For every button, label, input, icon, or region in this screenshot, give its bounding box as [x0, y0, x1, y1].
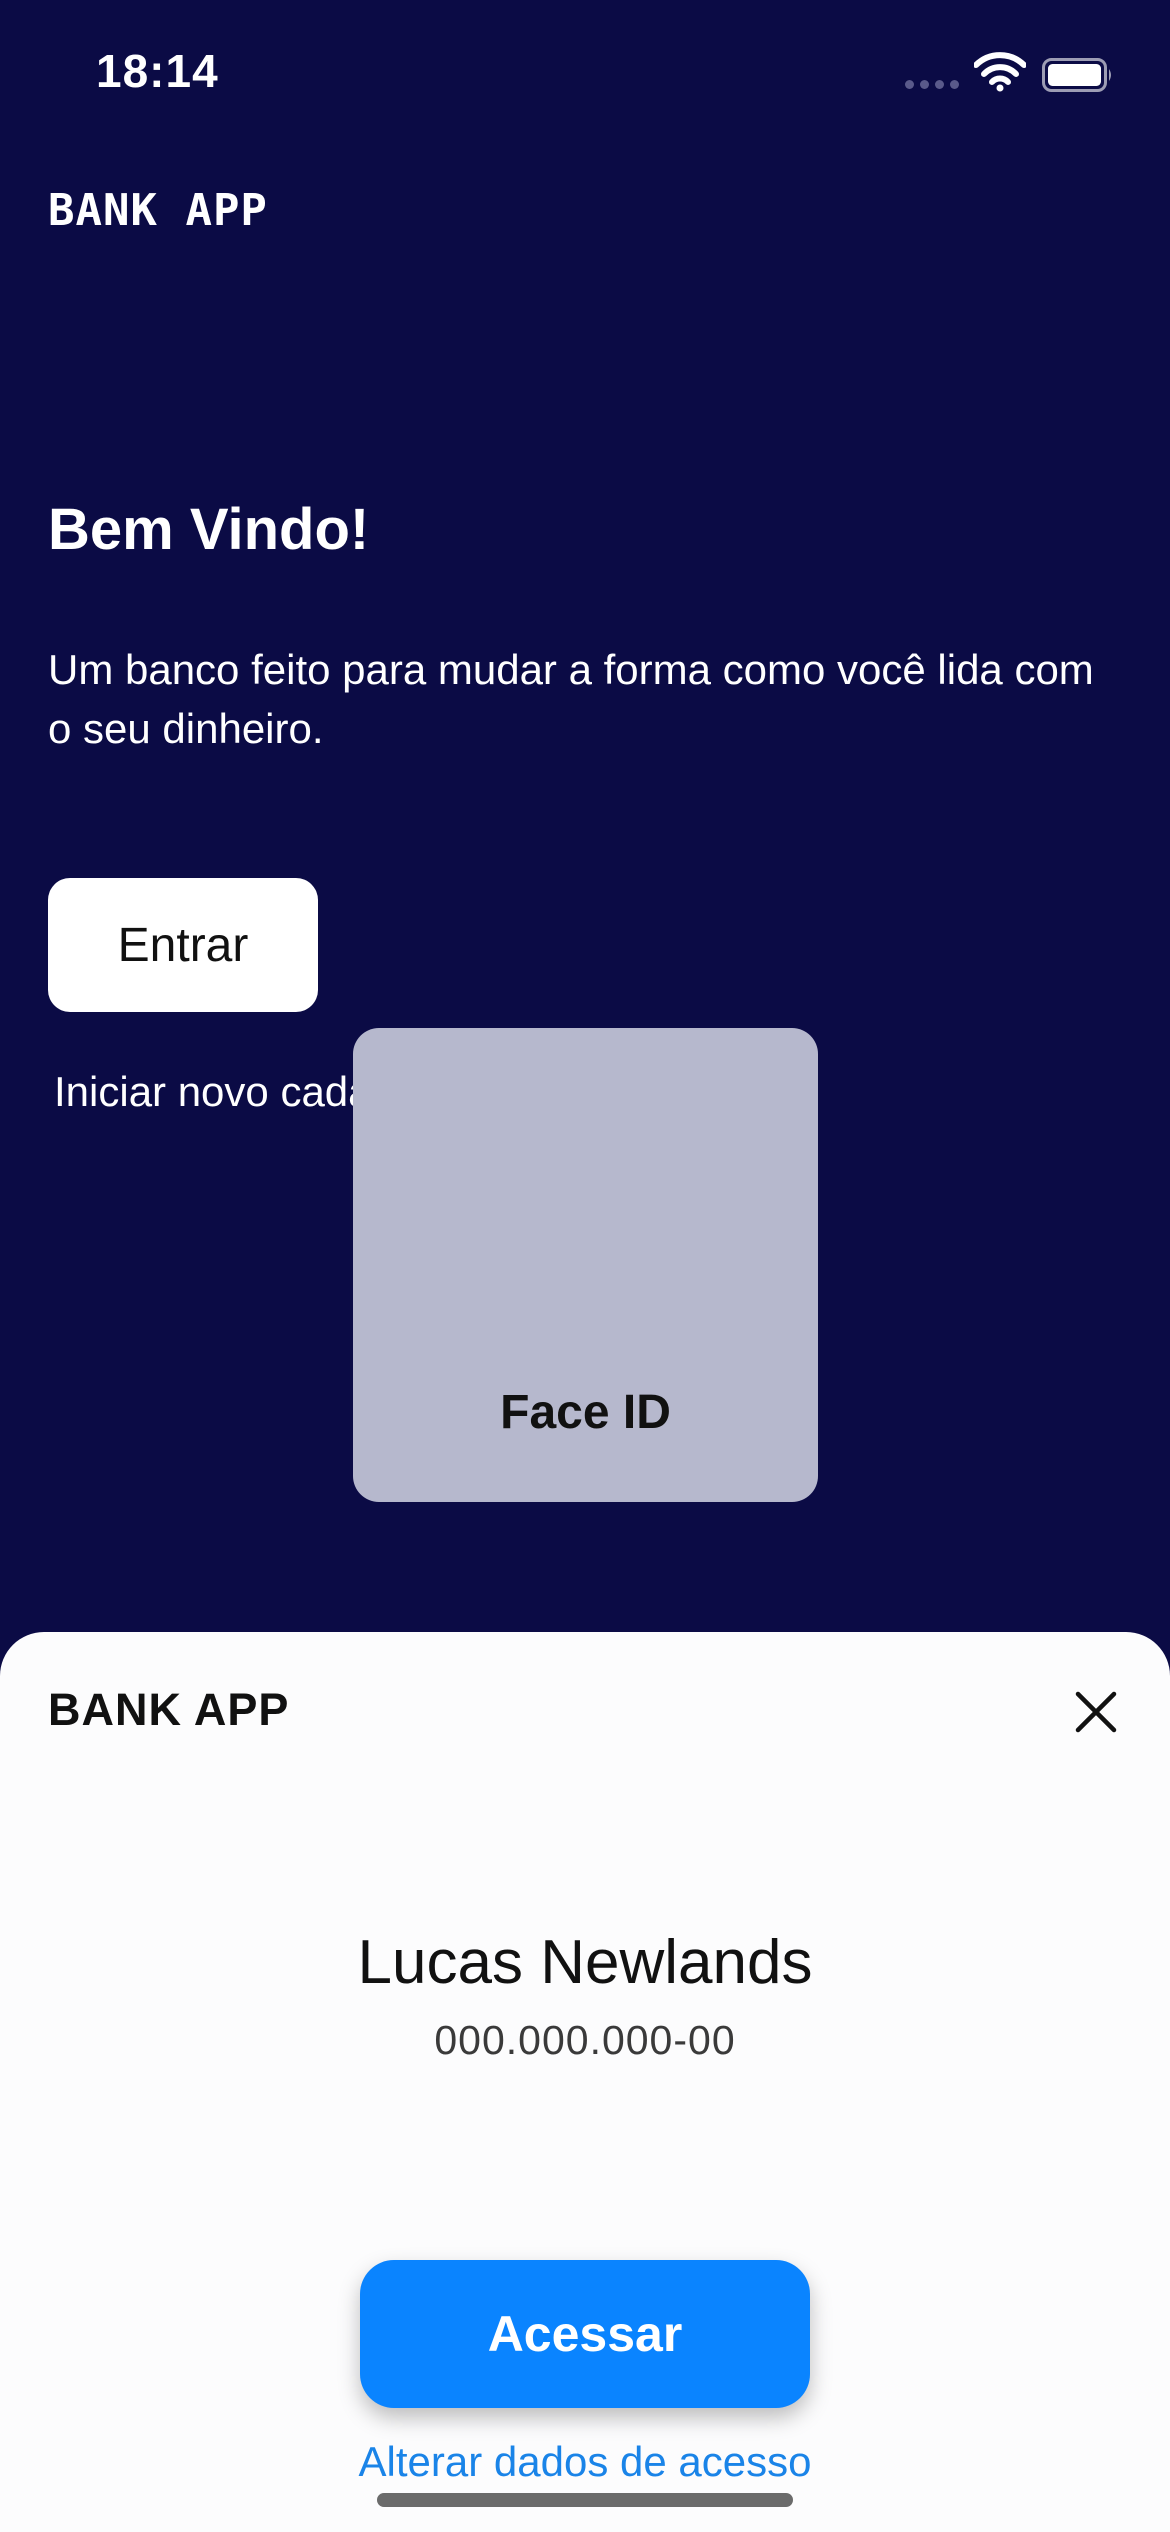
signal-icon — [905, 80, 961, 92]
change-access-link[interactable]: Alterar dados de acesso — [0, 2438, 1170, 2486]
user-document: 000.000.000-00 — [434, 2017, 736, 2063]
account-sheet: BANK APP Lucas Newlands 000.000.000-00 A… — [0, 1632, 1170, 2532]
welcome-title: Bem Vindo! — [48, 497, 370, 562]
user-name: Lucas Newlands — [357, 1928, 813, 1997]
sheet-title: BANK APP — [48, 1684, 290, 1735]
home-indicator[interactable] — [377, 2493, 793, 2507]
wifi-icon — [974, 52, 1026, 92]
enter-button[interactable]: Entrar — [48, 878, 318, 1012]
battery-icon — [1042, 58, 1111, 92]
app-brand: BANK APP — [48, 185, 268, 236]
access-button[interactable]: Acessar — [360, 2260, 810, 2408]
new-signup-link[interactable]: Iniciar novo cadastro — [54, 1068, 354, 1116]
faceid-overlay: Face ID — [353, 1028, 818, 1502]
close-icon[interactable] — [1068, 1684, 1124, 1740]
status-bar: 18:14 — [0, 0, 1170, 150]
welcome-text: Um banco feito para mudar a forma como v… — [48, 646, 1094, 752]
status-time: 18:14 — [96, 45, 219, 97]
faceid-label: Face ID — [500, 1386, 671, 1439]
